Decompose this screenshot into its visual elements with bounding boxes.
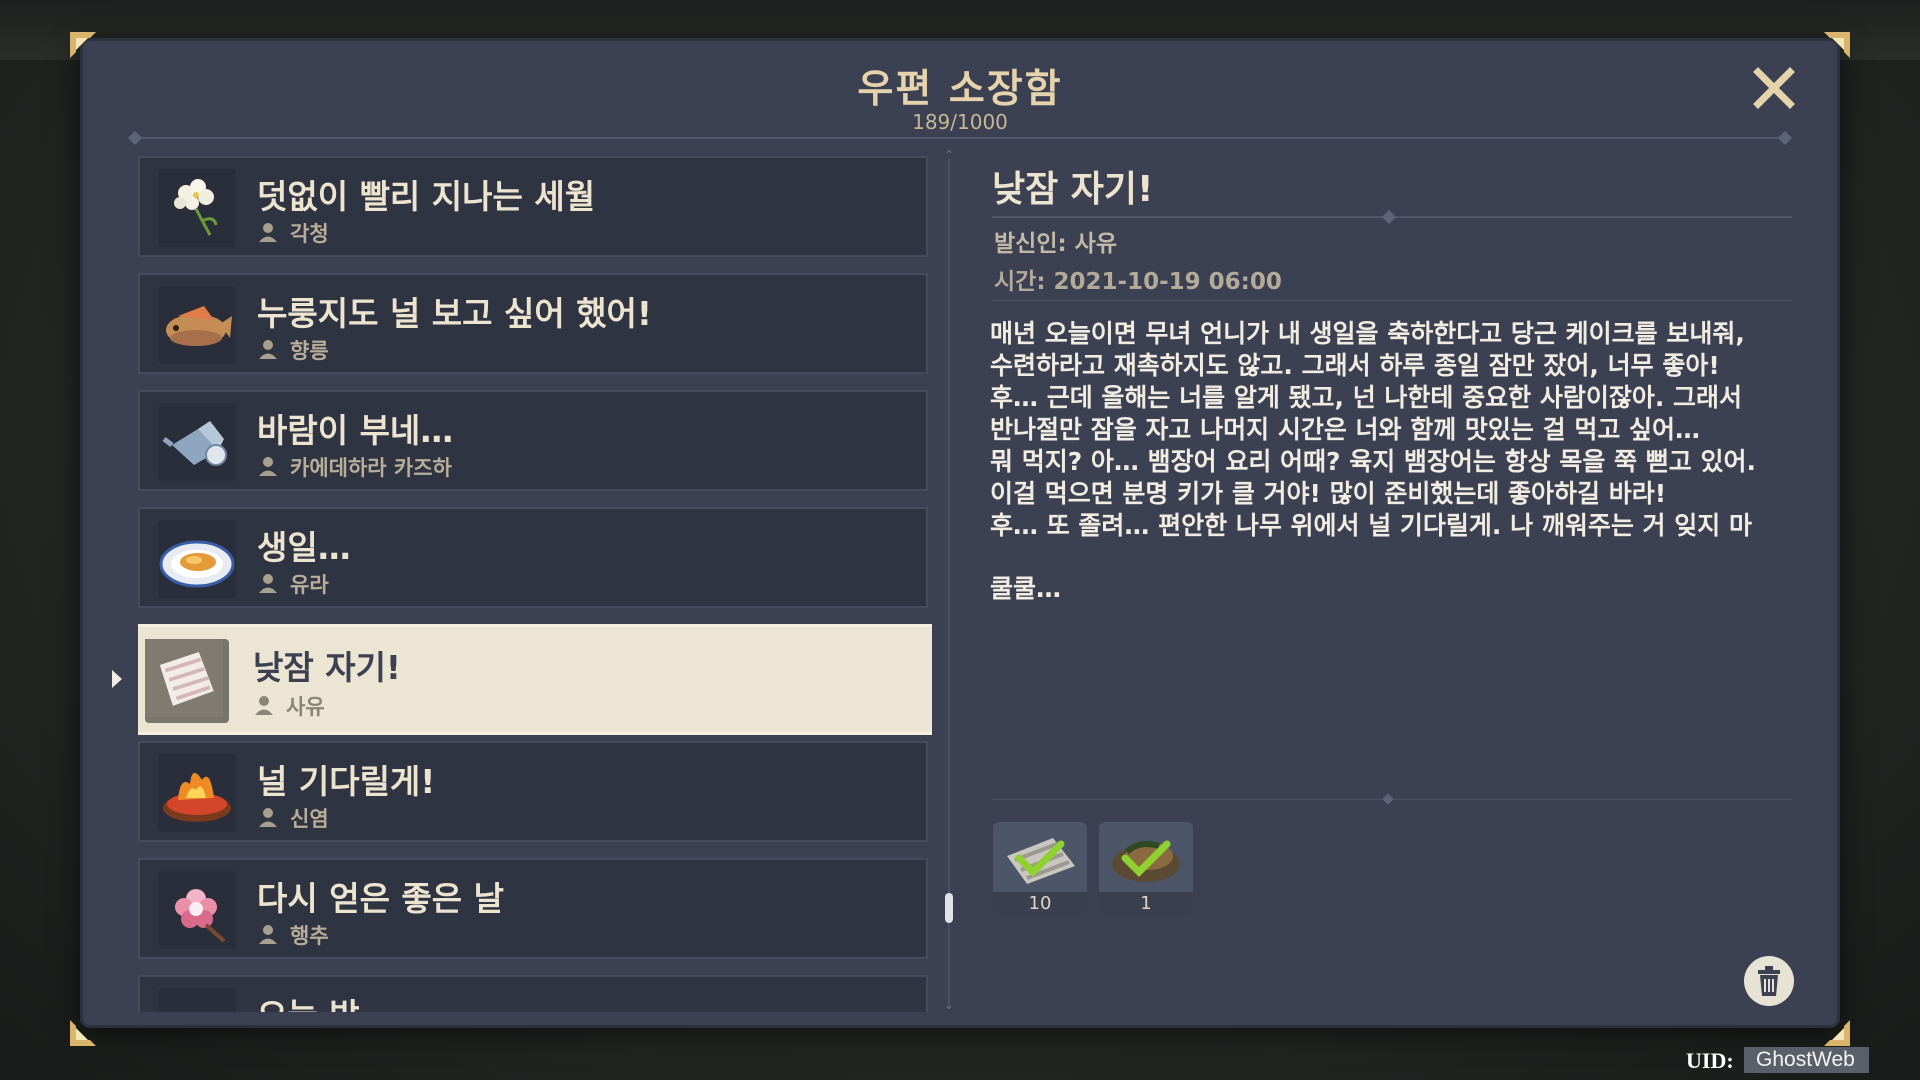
mail-detail-title: 낮잠 자기! [992, 169, 1154, 210]
claimed-check-icon [1121, 840, 1171, 877]
eel-fillet-icon [145, 639, 229, 723]
mail-item[interactable]: 누룽지도 널 보고 싶어 했어! 향릉 [138, 273, 928, 374]
selection-arrow-icon [112, 670, 122, 688]
mail-subject: 다시 얻은 좋은 날 [257, 879, 504, 918]
mail-sender: 신염 [290, 807, 329, 831]
attachment-item[interactable]: 10 [993, 822, 1087, 916]
mail-detail-sender: 발신인: 사유 [994, 231, 1118, 257]
mail-item[interactable]: 생일… 유라 [138, 507, 928, 608]
mail-body-line: 뭐 먹지? 아… 뱀장어 요리 어때? 육지 뱀장어는 항상 목을 쭉 뻗고 있… [990, 447, 1756, 476]
scrollbar-track[interactable] [948, 158, 950, 1008]
attachment-item[interactable]: 1 [1099, 822, 1193, 916]
person-icon [259, 223, 277, 242]
scrollbar-thumb[interactable] [945, 893, 953, 923]
mail-sender: 카에데하라 카즈하 [290, 456, 452, 480]
corner-ornament-icon [66, 28, 100, 62]
mail-body-line: 이걸 먹으면 분명 키가 클 거야! 많이 준비했는데 좋아하길 바라! [990, 479, 1667, 508]
header-divider [130, 137, 1790, 139]
corner-ornament-icon [1820, 28, 1854, 62]
mail-body: 매년 오늘이면 무녀 언니가 내 생일을 축하한다고 당근 케이크를 보내줘, … [990, 318, 1800, 605]
mail-subject: 낮잠 자기! [253, 648, 401, 687]
mail-sender: 행추 [290, 924, 329, 948]
close-icon [1753, 67, 1795, 109]
food-plate-icon [158, 520, 236, 598]
corner-ornament-icon [66, 1016, 100, 1050]
mail-subject: 널 기다릴게! [257, 762, 436, 801]
page-title: 우편 소장함 [857, 67, 1063, 112]
detail-meta-divider [992, 300, 1792, 301]
mail-body-line: 매년 오늘이면 무녀 언니가 내 생일을 축하한다고 당근 케이크를 보내줘, [990, 319, 1745, 348]
mail-subject: 바람이 부네… [257, 411, 454, 450]
mail-subject: 덧없이 빨리 지나는 세월 [257, 177, 596, 216]
mail-subject: 누룽지도 널 보고 싶어 했어! [257, 294, 652, 333]
attachment-count: 10 [993, 892, 1087, 916]
mail-subject: 오늘 밤… [257, 989, 393, 1012]
corner-ornament-icon [1820, 1016, 1854, 1050]
delete-button[interactable] [1744, 956, 1794, 1006]
uid-value: GhostWeb [1744, 1047, 1869, 1073]
teapot-icon [158, 403, 236, 481]
mail-sender: 유라 [290, 573, 329, 597]
person-icon [259, 574, 277, 593]
person-icon [259, 457, 277, 476]
trash-icon [1758, 966, 1780, 996]
mail-list[interactable]: 덧없이 빨리 지나는 세월 각청 누룽지도 널 보고 싶어 했어! 향릉 바람이… [138, 156, 932, 1012]
flower-brooch-icon [158, 871, 236, 949]
mail-body-line: 반나절만 잠을 자고 나머지 시간은 너와 함께 맛있는 걸 먹고 싶어… [990, 415, 1701, 444]
mail-item[interactable]: 널 기다릴게! 신염 [138, 741, 928, 842]
mail-count: 189/1000 [912, 110, 1008, 134]
mail-item[interactable]: 다시 얻은 좋은 날 행추 [138, 858, 928, 959]
mail-body-line: 후… 근데 올해는 너를 알게 됐고, 넌 나한테 중요한 사람이잖아. 그래서 [990, 383, 1743, 412]
mail-body-line: 수련하라고 재촉하지도 않고. 그래서 하루 종일 잠만 잤어, 너무 좋아! [990, 351, 1720, 380]
person-icon [259, 808, 277, 827]
person-icon [255, 696, 273, 715]
mail-sender: 향릉 [290, 339, 329, 363]
mail-item-selected[interactable]: 낮잠 자기! 사유 [138, 624, 932, 735]
misc-icon [158, 988, 236, 1012]
person-icon [259, 340, 277, 359]
mail-item[interactable]: 오늘 밤… [138, 975, 928, 1012]
mail-sender: 사유 [286, 695, 325, 719]
mail-item[interactable]: 덧없이 빨리 지나는 세월 각청 [138, 156, 928, 257]
mail-subject: 생일… [257, 528, 351, 567]
person-icon [259, 925, 277, 944]
mail-item[interactable]: 바람이 부네… 카에데하라 카즈하 [138, 390, 928, 491]
mail-detail-time: 시간: 2021-10-19 06:00 [994, 269, 1282, 295]
attachment-count: 1 [1099, 892, 1193, 916]
uid-label: UID: [1686, 1048, 1734, 1073]
flower-icon [158, 169, 236, 247]
fish-plush-icon [158, 286, 236, 364]
mail-closing: 쿨쿨… [990, 574, 1062, 603]
scroll-down-icon[interactable]: ⌄ [940, 998, 958, 1012]
claimed-check-icon [1015, 840, 1065, 877]
fire-dish-icon [158, 754, 236, 832]
mail-body-line: 후… 또 졸려… 편안한 나무 위에서 널 기다릴게. 나 깨워주는 거 잊지 … [990, 511, 1752, 540]
mail-sender: 각청 [290, 222, 329, 246]
close-button[interactable] [1752, 66, 1796, 110]
